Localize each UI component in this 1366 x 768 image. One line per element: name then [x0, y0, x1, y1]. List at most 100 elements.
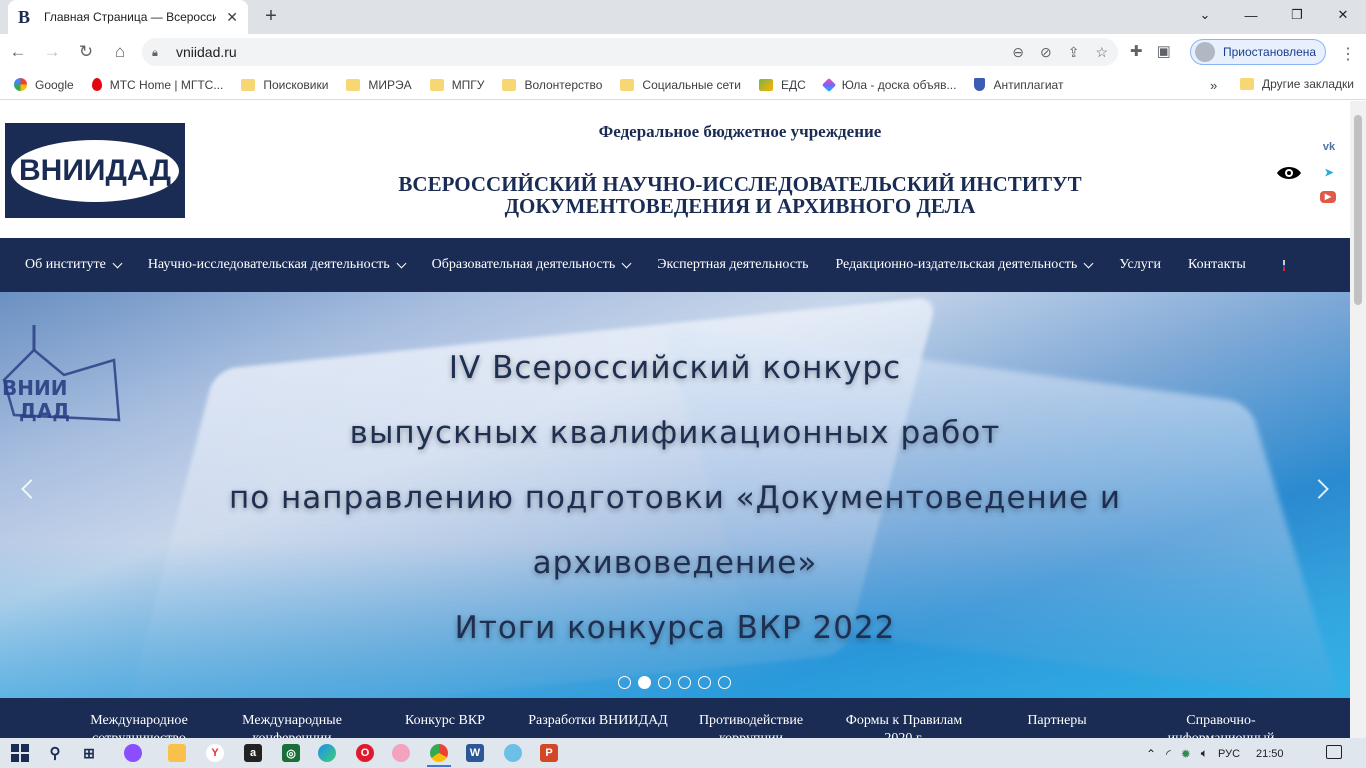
address-url[interactable]: vniidad.ru [176, 44, 237, 60]
clock[interactable]: 21:50 [1256, 748, 1284, 760]
bookmark-item[interactable]: Google [14, 78, 74, 92]
logo-oval: ВНИИДАД [11, 139, 179, 202]
nav-item-about[interactable]: Об институте [25, 257, 123, 273]
app-icon[interactable] [504, 744, 522, 762]
secondary-nav-item[interactable]: Международные конференции [227, 712, 357, 738]
opera-icon[interactable]: O [356, 744, 374, 762]
folder-icon [502, 78, 517, 91]
secondary-nav-item[interactable]: Противодействие коррупции [686, 712, 816, 738]
secondary-nav-item[interactable]: Партнеры [992, 712, 1122, 730]
windows-start-icon[interactable] [11, 744, 29, 762]
telegram-icon[interactable]: ➤ [1320, 165, 1338, 181]
file-explorer-icon[interactable] [168, 744, 186, 762]
slide-headline: по направлению подготовки «Документоведе… [228, 480, 1122, 516]
word-icon[interactable]: W [466, 744, 484, 762]
input-language[interactable]: РУС [1218, 748, 1240, 760]
slider-dot-active[interactable] [638, 676, 651, 689]
bookmarks-overflow-icon[interactable]: » [1210, 78, 1217, 93]
chevron-down-icon [112, 258, 123, 268]
youtube-icon[interactable]: ▶ [1320, 191, 1336, 203]
restore-icon[interactable]: ❐ [1274, 0, 1320, 30]
browser-tab[interactable]: В Главная Страница — Всеросси ✕ [8, 0, 248, 34]
tray-overflow-icon[interactable]: ⌃ [1146, 747, 1156, 761]
nav-label: Научно-исследовательская деятельность [147, 257, 390, 272]
back-icon[interactable]: ← [2, 36, 34, 68]
secondary-nav-item[interactable]: Разработки ВНИИДАД [518, 712, 678, 730]
forward-icon[interactable]: → [36, 36, 68, 68]
extensions-puzzle-icon[interactable]: ✚ [1130, 42, 1143, 60]
bookmark-folder[interactable]: Поисковики [241, 78, 328, 92]
nav-item-research[interactable]: Научно-исследовательская деятельность [147, 257, 407, 273]
slider-dot[interactable] [698, 676, 711, 689]
folder-icon [241, 78, 256, 91]
volume-muted-icon[interactable]: 🔈︎ [1201, 746, 1208, 761]
edge-icon[interactable] [318, 744, 336, 762]
bookmark-item[interactable]: МТС Home | МГТС... [91, 77, 224, 92]
bookmark-item[interactable]: ЕДС [759, 78, 806, 92]
profile-status-label: Приостановлена [1223, 45, 1317, 59]
bookmark-folder[interactable]: Волонтерство [502, 78, 602, 92]
folder-icon [1240, 78, 1254, 90]
minimize-icon[interactable]: — [1228, 0, 1274, 30]
other-bookmarks-folder[interactable]: Другие закладки [1240, 77, 1354, 91]
share-icon[interactable]: ⇪ [1068, 44, 1080, 61]
search-icon[interactable]: ⚲ [46, 744, 64, 762]
bookmark-item[interactable]: Антиплагиат [974, 78, 1063, 92]
side-panel-icon[interactable]: ▣ [1157, 42, 1171, 60]
bookmark-folder[interactable]: Социальные сети [620, 78, 741, 92]
nav-label: Контакты [1187, 257, 1246, 272]
slider-dot[interactable] [618, 676, 631, 689]
accessibility-eye-icon[interactable] [1276, 164, 1302, 182]
profile-button[interactable]: Приостановлена [1190, 39, 1326, 65]
bookmark-star-icon[interactable]: ☆ [1095, 44, 1108, 61]
paint-icon[interactable] [392, 744, 410, 762]
nav-item-publishing[interactable]: Редакционно-издательская деятельность [835, 257, 1094, 273]
update-icon[interactable]: ✹ [1181, 747, 1191, 761]
zoom-icon[interactable]: ⊖ [1012, 44, 1024, 61]
secondary-nav-item[interactable]: Формы к Правилам 2020 г. [834, 712, 974, 738]
nav-label: Формы к Правилам [845, 713, 963, 728]
chrome-icon[interactable] [430, 744, 448, 762]
close-tab-icon[interactable]: ✕ [226, 9, 238, 26]
lock-icon[interactable]: 🔒︎ [152, 47, 162, 59]
amazon-icon[interactable]: a [244, 744, 262, 762]
yandex-browser-icon[interactable]: Y [206, 744, 224, 762]
alice-icon[interactable] [124, 744, 142, 762]
slider-dot[interactable] [718, 676, 731, 689]
notification-center-icon[interactable] [1326, 745, 1342, 759]
nav-item-services[interactable]: Услуги [1119, 257, 1161, 273]
secondary-nav-item[interactable]: Конкурс ВКР [380, 712, 510, 730]
nav-item-expertise[interactable]: Экспертная деятельность [657, 257, 808, 273]
home-icon[interactable]: ⌂ [104, 36, 136, 68]
page-scrollbar[interactable] [1350, 101, 1366, 738]
wifi-icon[interactable]: ◜ [1166, 747, 1171, 761]
tripadvisor-icon[interactable]: ◎ [282, 744, 300, 762]
russian-flag-icon[interactable] [1282, 259, 1285, 271]
eye-off-icon[interactable]: ⊘ [1040, 44, 1052, 61]
site-logo[interactable]: ВНИИДАД [5, 123, 185, 218]
new-tab-icon[interactable]: + [260, 5, 282, 27]
slider-dot[interactable] [658, 676, 671, 689]
scrollbar-thumb[interactable] [1354, 115, 1362, 305]
task-view-icon[interactable]: ⊞ [80, 744, 98, 762]
bookmark-item[interactable]: Юла - доска объяв... [821, 77, 956, 92]
secondary-nav-item[interactable]: Справочно-информационный [1156, 712, 1286, 738]
bookmark-folder[interactable]: МИРЭА [346, 77, 412, 92]
bookmark-folder[interactable]: МПГУ [429, 78, 484, 92]
browser-menu-icon[interactable]: ⋮ [1340, 44, 1356, 64]
address-bar[interactable]: 🔒︎ vniidad.ru ⊖ ⊘ ⇪ ☆ [142, 38, 1118, 66]
bookmark-label: МИРЭА [368, 77, 412, 92]
vk-icon[interactable]: vk [1320, 139, 1338, 155]
tab-title: Главная Страница — Всеросси [44, 10, 216, 24]
close-window-icon[interactable]: ✕ [1320, 0, 1366, 30]
secondary-nav-item[interactable]: Международное сотрудничество [74, 712, 204, 738]
powerpoint-icon[interactable]: P [540, 744, 558, 762]
main-nav: Об институте Научно-исследовательская де… [0, 238, 1350, 292]
nav-item-education[interactable]: Образовательная деятельность [432, 257, 632, 273]
nav-label: Конкурс ВКР [405, 713, 485, 728]
nav-item-contacts[interactable]: Контакты [1188, 257, 1246, 273]
tab-search-icon[interactable]: ⌄ [1182, 0, 1228, 30]
slider-dot[interactable] [678, 676, 691, 689]
bookmark-label: МТС Home | МГТС... [109, 77, 224, 92]
reload-icon[interactable]: ↻ [70, 36, 102, 68]
